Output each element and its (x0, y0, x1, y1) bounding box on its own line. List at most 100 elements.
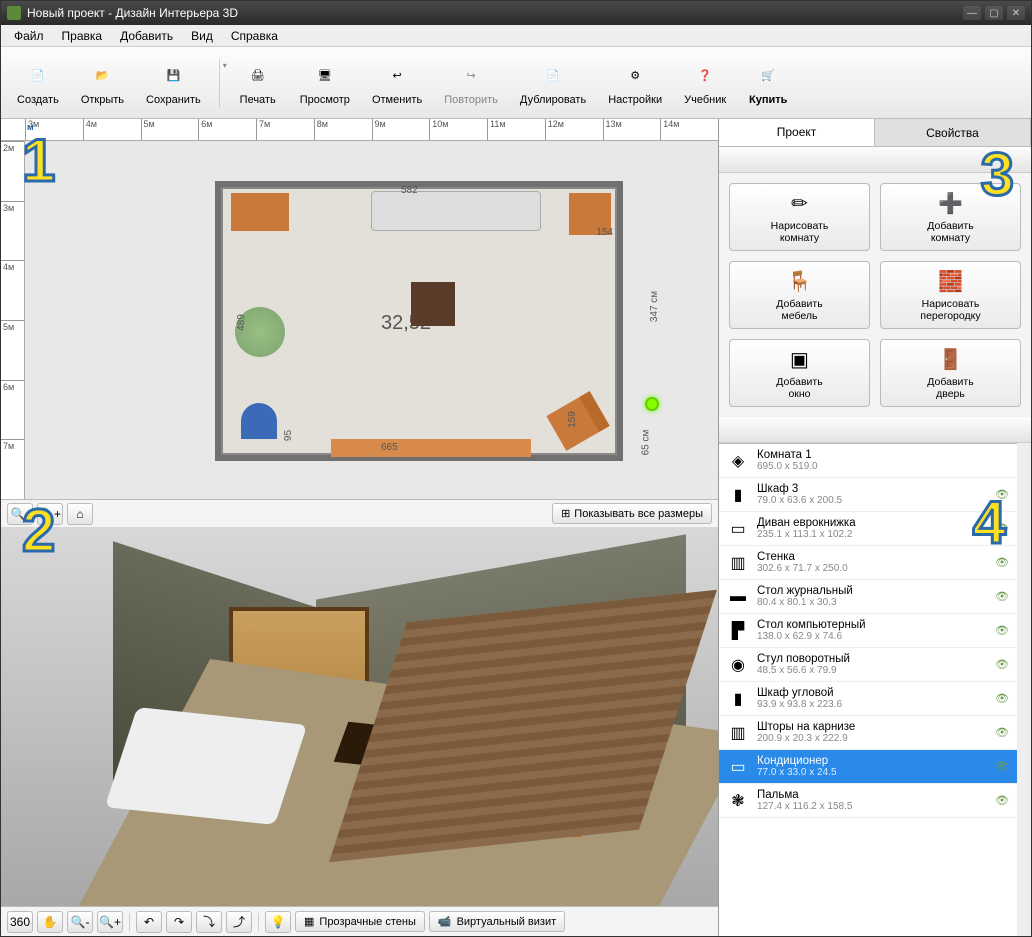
visibility-icon[interactable]: 👁 (995, 794, 1009, 807)
furniture-sofa-top[interactable] (371, 191, 541, 231)
visibility-icon[interactable]: 👁 (995, 692, 1009, 705)
print-icon: 🖨 (242, 59, 274, 91)
help-icon: ❓ (689, 59, 721, 91)
scrollbar[interactable] (1017, 443, 1031, 936)
look-up-button[interactable]: ⤴ (226, 911, 252, 933)
zoom-in-button[interactable]: 🔍+ (37, 503, 63, 525)
buy-icon: 🛒 (752, 59, 784, 91)
draw-partition-icon: 🧱 (937, 269, 965, 295)
add-furniture-button[interactable]: 🪑Добавитьмебель (729, 261, 870, 329)
print-button[interactable]: 🖨Печать (230, 55, 286, 110)
right-panel: Проект Свойства ✏Нарисоватькомнату➕Добав… (719, 119, 1031, 936)
maximize-button[interactable]: ▢ (985, 6, 1003, 20)
list-item[interactable]: ▥Шторы на карнизе200.9 x 20.3 x 222.9👁 (719, 716, 1017, 750)
view-3d[interactable] (1, 527, 718, 906)
toolbar: 📄Создать📂Открыть💾Сохранить 🖨Печать🖥Просмо… (1, 47, 1031, 119)
undo-button[interactable]: ↩Отменить (364, 55, 430, 110)
minimize-button[interactable]: — (963, 6, 981, 20)
object-icon: ▛ (727, 620, 749, 642)
list-item[interactable]: ◉Стул поворотный48.5 x 56.6 x 79.9👁 (719, 648, 1017, 682)
object-icon: ▭ (727, 518, 749, 540)
object-icon: ▬ (727, 586, 749, 608)
open-button[interactable]: 📂Открыть (73, 55, 132, 110)
object-icon: ◉ (727, 654, 749, 676)
list-item[interactable]: ▭Диван еврокнижка235.1 x 113.1 x 102.2👁 (719, 512, 1017, 546)
zoom-out-3d-button[interactable]: 🔍- (67, 911, 93, 933)
list-item[interactable]: ▭Кондиционер77.0 x 33.0 x 24.5👁 (719, 750, 1017, 784)
save-icon: 💾 (157, 59, 189, 91)
section-header (719, 147, 1031, 173)
virtual-visit-button[interactable]: 📹Виртуальный визит (429, 911, 565, 932)
room-outline[interactable]: 32,52 582 154 489 665 159 (215, 181, 623, 461)
visibility-icon[interactable]: 👁 (995, 590, 1009, 603)
view-button[interactable]: 🖥Просмотр (292, 55, 358, 110)
orbit-left-button[interactable]: ↶ (136, 911, 162, 933)
list-item[interactable]: ▛Стол компьютерный138.0 x 62.9 x 74.6👁 (719, 614, 1017, 648)
settings-icon: ⚙ (619, 59, 651, 91)
list-item[interactable]: ▥Стенка302.6 x 71.7 x 250.0👁 (719, 546, 1017, 580)
furniture-table[interactable] (411, 282, 455, 326)
visibility-icon[interactable]: 👁 (995, 760, 1009, 773)
titlebar: Новый проект - Дизайн Интерьера 3D — ▢ ✕ (1, 1, 1031, 25)
visibility-icon[interactable]: 👁 (995, 658, 1009, 671)
add-window-button[interactable]: ▣Добавитьокно (729, 339, 870, 407)
tab-properties[interactable]: Свойства (875, 119, 1031, 146)
list-item[interactable]: ▬Стол журнальный80.4 x 80.1 x 30.3👁 (719, 580, 1017, 614)
furniture-chair[interactable] (241, 403, 277, 439)
menu-file[interactable]: Файл (5, 26, 53, 46)
home-button[interactable]: ⌂ (67, 503, 93, 525)
draw-room-button[interactable]: ✏Нарисоватькомнату (729, 183, 870, 251)
add-window-icon: ▣ (786, 347, 814, 373)
duplicate-button[interactable]: 📄Дублировать (512, 55, 594, 110)
furniture-block-tl[interactable] (231, 193, 289, 231)
zoom-in-3d-button[interactable]: 🔍+ (97, 911, 123, 933)
pan-button[interactable]: ✋ (37, 911, 63, 933)
help-button[interactable]: ❓Учебник (676, 55, 734, 110)
draw-room-icon: ✏ (786, 191, 814, 217)
furniture-desk[interactable] (546, 391, 609, 451)
plan-canvas[interactable]: 32,52 582 154 489 665 159 (25, 141, 718, 499)
create-button[interactable]: 📄Создать (9, 55, 67, 110)
draw-partition-button[interactable]: 🧱Нарисоватьперегородку (880, 261, 1021, 329)
redo-icon: ↪ (455, 59, 487, 91)
visibility-icon[interactable]: 👁 (995, 522, 1009, 535)
object-icon: ◈ (727, 450, 749, 472)
menu-edit[interactable]: Правка (53, 26, 112, 46)
add-door-button[interactable]: 🚪Добавитьдверь (880, 339, 1021, 407)
add-room-icon: ➕ (937, 191, 965, 217)
look-down-button[interactable]: ⤵ (196, 911, 222, 933)
add-room-button[interactable]: ➕Добавитькомнату (880, 183, 1021, 251)
settings-button[interactable]: ⚙Настройки (600, 55, 670, 110)
duplicate-icon: 📄 (537, 59, 569, 91)
menu-help[interactable]: Справка (222, 26, 287, 46)
list-item[interactable]: ▮Шкаф угловой93.9 x 93.8 x 223.6👁 (719, 682, 1017, 716)
list-item[interactable]: ▮Шкаф 379.0 x 63.6 x 200.5👁 (719, 478, 1017, 512)
selection-marker[interactable] (645, 397, 659, 411)
list-item[interactable]: ◈Комната 1695.0 x 519.0 (719, 444, 1017, 478)
rotate360-button[interactable]: 360 (7, 911, 33, 933)
close-button[interactable]: ✕ (1007, 6, 1025, 20)
tab-project[interactable]: Проект (719, 119, 875, 146)
orbit-right-button[interactable]: ↷ (166, 911, 192, 933)
buy-button[interactable]: 🛒Купить (740, 55, 796, 110)
zoom-out-button[interactable]: 🔍- (7, 503, 33, 525)
create-icon: 📄 (22, 59, 54, 91)
view-icon: 🖥 (309, 59, 341, 91)
menu-view[interactable]: Вид (182, 26, 222, 46)
visibility-icon[interactable]: 👁 (995, 488, 1009, 501)
visibility-icon[interactable]: 👁 (995, 726, 1009, 739)
visibility-icon[interactable]: 👁 (995, 556, 1009, 569)
list-item[interactable]: ❃Пальма127.4 x 116.2 x 158.5👁 (719, 784, 1017, 818)
visibility-icon[interactable]: 👁 (995, 624, 1009, 637)
object-icon: ▭ (727, 756, 749, 778)
transparent-walls-button[interactable]: ▦Прозрачные стены (295, 911, 425, 932)
furniture-sofa-bottom[interactable] (331, 439, 531, 457)
action-buttons: ✏Нарисоватькомнату➕Добавитькомнату🪑Добав… (719, 173, 1031, 417)
save-button[interactable]: 💾Сохранить (138, 55, 209, 110)
show-dims-button[interactable]: ⊞Показывать все размеры (552, 503, 712, 524)
menu-add[interactable]: Добавить (111, 26, 182, 46)
light-button[interactable]: 💡 (265, 911, 291, 933)
ruler-vertical: 2м3м4м5м6м7м (1, 141, 25, 499)
redo-button[interactable]: ↪Повторить (436, 55, 506, 110)
view3d-tools: 360 ✋ 🔍- 🔍+ ↶ ↷ ⤵ ⤴ 💡 ▦Прозрачные стены … (1, 906, 718, 936)
